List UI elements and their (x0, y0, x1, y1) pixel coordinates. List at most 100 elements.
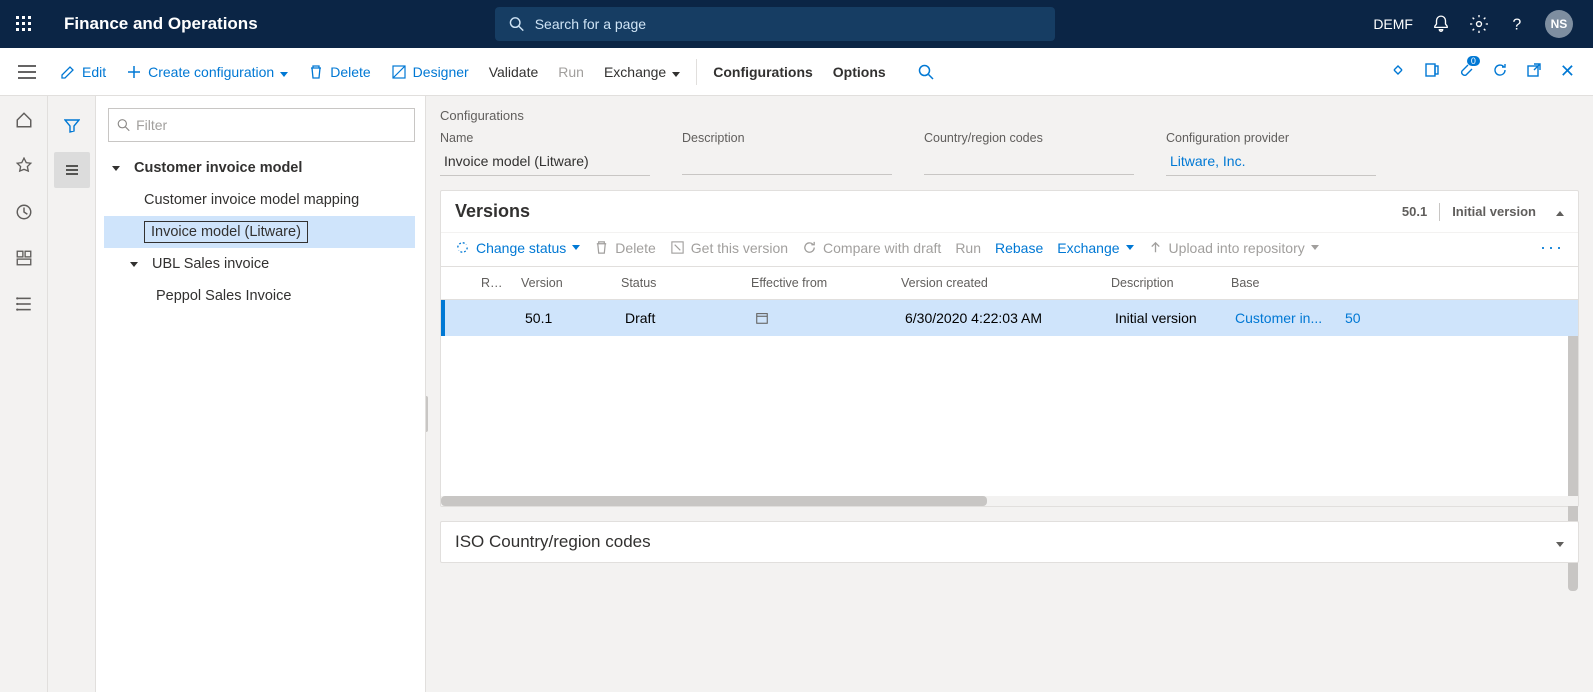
filter-icon[interactable] (54, 108, 90, 144)
versions-grid: Re... Version Status Effective from Vers… (441, 266, 1578, 506)
versions-card: Versions 50.1 Initial version Change sta… (440, 190, 1579, 507)
close-icon[interactable]: ✕ (1560, 61, 1575, 82)
cell-base-link[interactable]: Customer in... (1227, 310, 1337, 326)
col-effective[interactable]: Effective from (743, 276, 893, 290)
iso-header[interactable]: ISO Country/region codes (441, 522, 1578, 562)
trash-icon (594, 240, 609, 255)
favorite-icon[interactable] (12, 154, 36, 178)
find-button[interactable] (908, 58, 944, 86)
run-button: Run (548, 58, 594, 86)
chevron-down-icon (572, 242, 580, 253)
home-icon[interactable] (12, 108, 36, 132)
search-icon (509, 16, 524, 32)
workspace-icon[interactable] (12, 246, 36, 270)
col-base[interactable]: Base (1223, 276, 1333, 290)
chevron-down-icon (126, 262, 142, 267)
upload-repo-button: Upload into repository (1148, 240, 1319, 256)
user-avatar[interactable]: NS (1545, 10, 1573, 38)
tree-node-root[interactable]: Customer invoice model (104, 152, 415, 184)
more-actions-icon[interactable]: ··· (1540, 237, 1564, 258)
cycle-icon (455, 240, 470, 255)
share-icon[interactable] (1390, 62, 1406, 81)
download-icon (670, 240, 685, 255)
chevron-down-icon (672, 64, 680, 80)
get-version-button: Get this version (670, 240, 788, 256)
tree-node-ubl[interactable]: UBL Sales invoice (104, 248, 415, 280)
app-title: Finance and Operations (64, 14, 258, 34)
hamburger-icon[interactable] (10, 65, 44, 79)
office-icon[interactable] (1424, 62, 1440, 81)
country-value[interactable] (924, 149, 1134, 175)
exchange-button[interactable]: Exchange (594, 58, 690, 86)
tree-filter-input[interactable] (136, 117, 406, 133)
scrollbar-thumb[interactable] (441, 496, 987, 506)
chevron-down-icon (280, 64, 288, 80)
configurations-tab[interactable]: Configurations (703, 58, 823, 86)
refresh-icon[interactable] (1492, 62, 1508, 81)
name-value[interactable]: Invoice model (Litware) (440, 149, 650, 176)
tree-panel: Customer invoice model Customer invoice … (96, 96, 426, 692)
chevron-up-icon[interactable] (1556, 204, 1564, 219)
chevron-down-icon (108, 166, 124, 171)
horizontal-scrollbar[interactable] (441, 496, 1578, 506)
delete-button[interactable]: Delete (298, 58, 380, 86)
cell-created: 6/30/2020 4:22:03 AM (897, 310, 1107, 326)
cell-base-num[interactable]: 50 (1337, 310, 1387, 326)
validate-button[interactable]: Validate (479, 58, 549, 86)
list-icon[interactable] (54, 152, 90, 188)
svg-text:?: ? (1512, 17, 1521, 33)
col-re[interactable]: Re... (473, 276, 513, 290)
tree-node-mapping[interactable]: Customer invoice model mapping (104, 184, 415, 216)
provider-link[interactable]: Litware, Inc. (1166, 149, 1376, 176)
tree-toolbar (48, 96, 96, 692)
col-version[interactable]: Version (513, 276, 613, 290)
search-icon (918, 64, 934, 80)
version-delete-button: Delete (594, 240, 655, 256)
top-navbar: Finance and Operations DEMF ? NS (0, 0, 1593, 48)
bell-icon[interactable] (1431, 14, 1451, 34)
modules-icon[interactable] (12, 292, 36, 316)
search-input[interactable] (535, 16, 1042, 32)
options-tab[interactable]: Options (823, 58, 896, 86)
grid-header: Re... Version Status Effective from Vers… (441, 266, 1578, 300)
country-label: Country/region codes (924, 131, 1134, 145)
detail-fields: Name Invoice model (Litware) Description… (440, 131, 1579, 176)
waffle-icon[interactable] (8, 8, 40, 40)
description-value[interactable] (682, 149, 892, 175)
col-status[interactable]: Status (613, 276, 743, 290)
tree-filter[interactable] (108, 108, 415, 142)
designer-button[interactable]: Designer (381, 58, 479, 86)
rebase-button[interactable]: Rebase (995, 240, 1043, 256)
pencil-icon (60, 64, 76, 80)
gear-icon[interactable] (1469, 14, 1489, 34)
help-icon[interactable]: ? (1507, 14, 1527, 34)
chevron-down-icon (1311, 242, 1319, 253)
name-label: Name (440, 131, 650, 145)
compare-button: Compare with draft (802, 240, 941, 256)
splitter-handle[interactable] (426, 396, 428, 432)
version-exchange-button[interactable]: Exchange (1057, 240, 1133, 256)
cell-version: 50.1 (517, 310, 617, 326)
recent-icon[interactable] (12, 200, 36, 224)
main-row: Customer invoice model Customer invoice … (0, 96, 1593, 692)
popout-icon[interactable] (1526, 62, 1542, 81)
col-description[interactable]: Description (1103, 276, 1223, 290)
tree-node-peppol[interactable]: Peppol Sales Invoice (104, 280, 415, 312)
cell-effective[interactable] (747, 311, 897, 325)
change-status-button[interactable]: Change status (455, 240, 580, 256)
grid-row[interactable]: 50.1 Draft 6/30/2020 4:22:03 AM Initial … (441, 300, 1578, 336)
breadcrumb: Configurations (440, 108, 1579, 123)
versions-header[interactable]: Versions 50.1 Initial version (441, 191, 1578, 232)
edit-button[interactable]: Edit (50, 58, 116, 86)
col-created[interactable]: Version created (893, 276, 1103, 290)
cell-status: Draft (617, 310, 747, 326)
company-code[interactable]: DEMF (1373, 16, 1413, 32)
global-search[interactable] (495, 7, 1055, 41)
attachment-icon[interactable]: 0 (1458, 62, 1474, 81)
nav-rail (0, 96, 48, 692)
chevron-down-icon[interactable] (1556, 532, 1564, 552)
tree-node-invoice-litware[interactable]: Invoice model (Litware) (104, 216, 415, 248)
command-bar: Edit Create configuration Delete Designe… (0, 48, 1593, 96)
calendar-icon (755, 311, 769, 325)
create-configuration-button[interactable]: Create configuration (116, 58, 298, 86)
